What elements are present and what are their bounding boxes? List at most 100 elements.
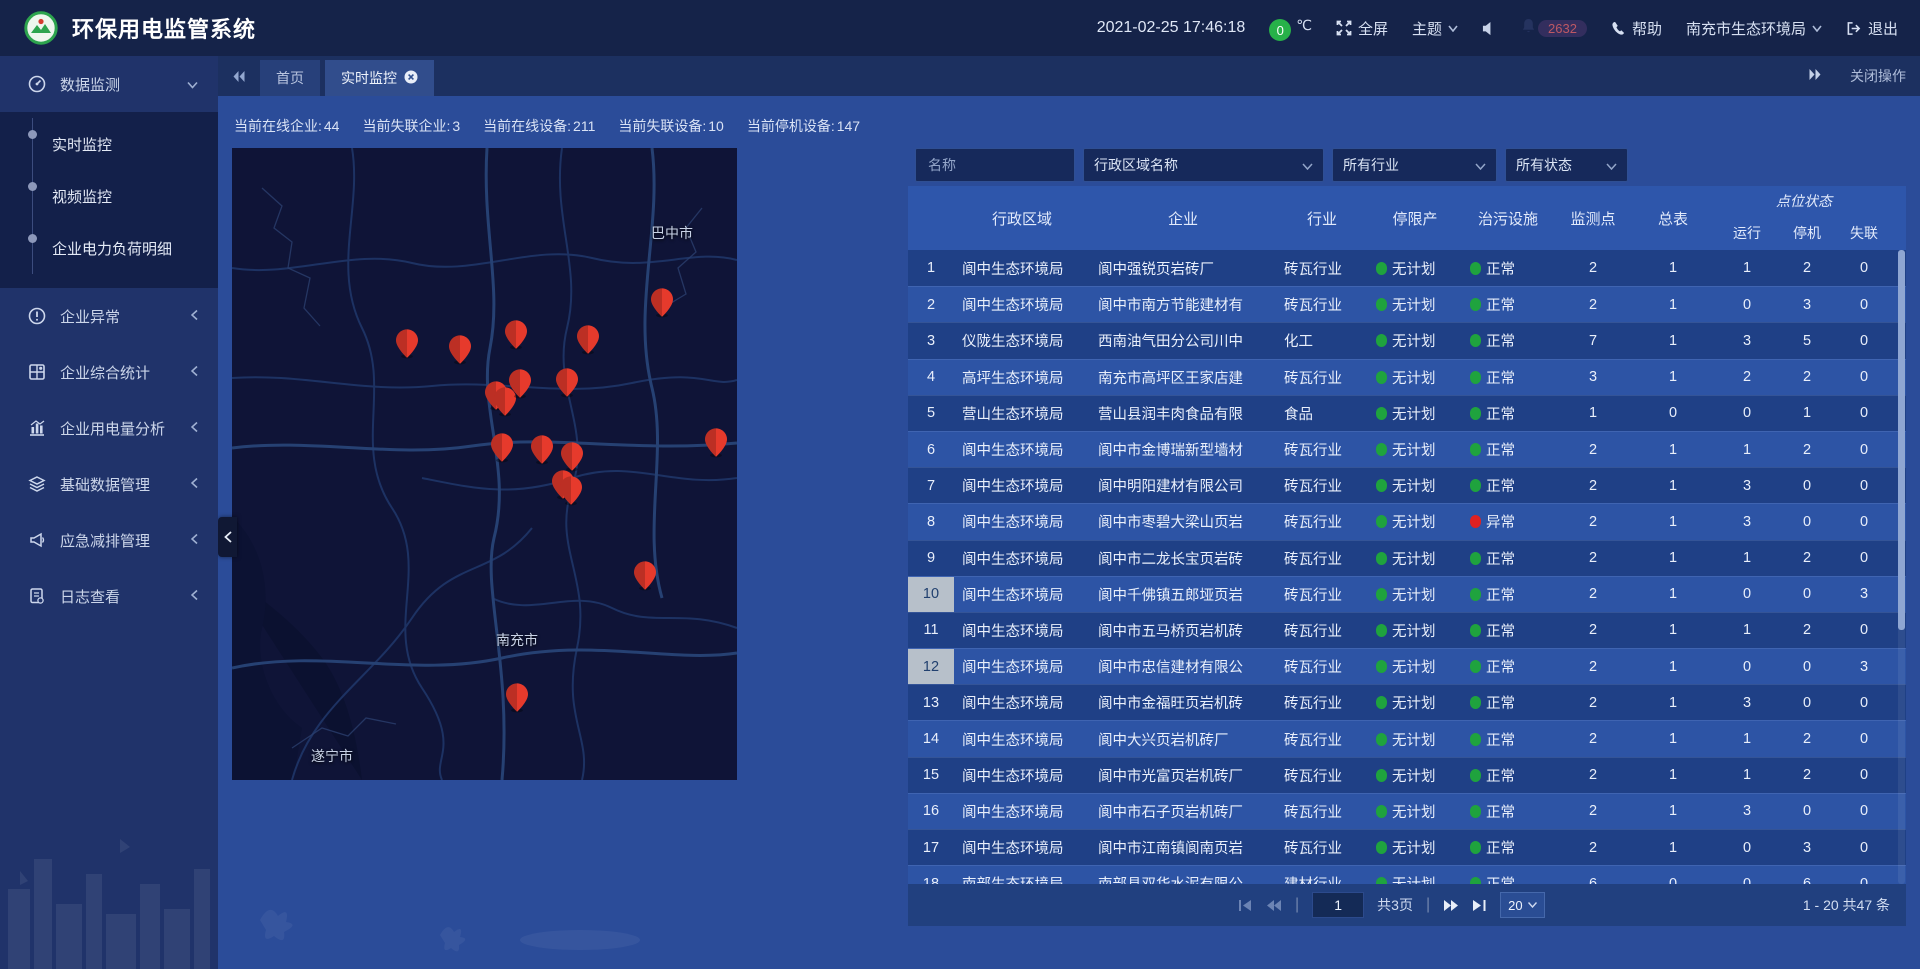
cell-disconnected: 0 bbox=[1834, 504, 1894, 539]
page-number-input[interactable]: 1 bbox=[1312, 892, 1364, 918]
sidebar-item-3[interactable]: 企业综合统计 bbox=[0, 344, 218, 400]
map-pin-icon[interactable] bbox=[491, 433, 513, 463]
cell-stop-plan: 无计划 bbox=[1368, 613, 1462, 648]
cell-facility-status: 正常 bbox=[1462, 468, 1554, 503]
sidebar-item-5[interactable]: 基础数据管理 bbox=[0, 456, 218, 512]
stat-value: 3 bbox=[452, 118, 460, 134]
help-button[interactable]: 帮助 bbox=[1611, 18, 1662, 39]
table-row[interactable]: 8阆中生态环境局阆中市枣碧大梁山页岩砖瓦行业无计划异常21300 bbox=[908, 503, 1906, 539]
table-row[interactable]: 6阆中生态环境局阆中市金博瑞新型墙材砖瓦行业无计划正常21120 bbox=[908, 431, 1906, 467]
table-row[interactable]: 7阆中生态环境局阆中明阳建材有限公司砖瓦行业无计划正常21300 bbox=[908, 467, 1906, 503]
stat-label: 当前失联企业: bbox=[362, 118, 450, 134]
mute-speaker-icon[interactable] bbox=[1482, 21, 1497, 36]
status-dot-green bbox=[1470, 696, 1481, 709]
status-dot-red bbox=[1470, 515, 1481, 528]
map-pin-icon[interactable] bbox=[577, 325, 599, 355]
table-row[interactable]: 3仪陇生态环境局西南油气田分公司川中化工无计划正常71350 bbox=[908, 322, 1906, 358]
tabs-scroll-left-icon[interactable] bbox=[218, 56, 260, 96]
table-row[interactable]: 4高坪生态环境局南充市高坪区王家店建砖瓦行业无计划正常31220 bbox=[908, 359, 1906, 395]
app-logo bbox=[24, 11, 58, 45]
cell-disconnected: 0 bbox=[1834, 613, 1894, 648]
table-row[interactable]: 18南部生态环境局南部县双华水泥有限公建材行业无计划正常60060 bbox=[908, 865, 1906, 884]
name-search-input[interactable] bbox=[926, 156, 1064, 174]
sidebar-item-2[interactable]: 企业异常 bbox=[0, 288, 218, 344]
cell-facility-status: 正常 bbox=[1462, 794, 1554, 829]
table-scrollbar[interactable] bbox=[1898, 250, 1905, 884]
org-menu[interactable]: 南充市生态环境局 bbox=[1686, 18, 1822, 39]
sub-column-header: 失联 bbox=[1834, 216, 1894, 250]
table-row[interactable]: 5营山生态环境局营山县润丰肉食品有限食品无计划正常10010 bbox=[908, 395, 1906, 431]
cell-industry: 砖瓦行业 bbox=[1276, 432, 1368, 467]
page-size-value: 20 bbox=[1508, 898, 1522, 913]
tab-实时监控[interactable]: 实时监控 bbox=[325, 60, 434, 96]
table-row[interactable]: 15阆中生态环境局阆中市光富页岩机砖厂砖瓦行业无计划正常21120 bbox=[908, 757, 1906, 793]
table-row[interactable]: 1阆中生态环境局阆中强锐页岩砖厂砖瓦行业无计划正常21120 bbox=[908, 250, 1906, 286]
map-pin-icon[interactable] bbox=[531, 435, 553, 465]
tab-首页[interactable]: 首页 bbox=[260, 60, 320, 96]
last-page-button[interactable] bbox=[1472, 899, 1487, 912]
table-row[interactable]: 9阆中生态环境局阆中市二龙长宝页岩砖砖瓦行业无计划正常21120 bbox=[908, 540, 1906, 576]
sidebar-item-1[interactable]: 数据监测 bbox=[0, 56, 218, 112]
close-icon[interactable] bbox=[404, 70, 418, 87]
first-page-button[interactable] bbox=[1238, 899, 1253, 912]
sidebar-item-7[interactable]: 日志查看 bbox=[0, 568, 218, 624]
status-dot-green bbox=[1376, 624, 1387, 637]
table-row[interactable]: 10阆中生态环境局阆中千佛镇五郎垭页岩砖瓦行业无计划正常21003 bbox=[908, 576, 1906, 612]
status-dot-green bbox=[1376, 371, 1387, 384]
map-pin-icon[interactable] bbox=[449, 335, 471, 365]
theme-menu[interactable]: 主题 bbox=[1412, 18, 1458, 39]
cell-industry: 建材行业 bbox=[1276, 866, 1368, 884]
sidebar-item-label: 企业用电量分析 bbox=[60, 418, 165, 439]
table-row[interactable]: 16阆中生态环境局阆中市石子页岩机砖厂砖瓦行业无计划正常21300 bbox=[908, 793, 1906, 829]
cell-company: 阆中市石子页岩机砖厂 bbox=[1090, 794, 1276, 829]
cell-facility-status: 正常 bbox=[1462, 541, 1554, 576]
logout-button[interactable]: 退出 bbox=[1846, 18, 1898, 39]
chevron-down-icon bbox=[1606, 157, 1617, 173]
map-panel[interactable]: 巴中市南充市遂宁市 bbox=[232, 148, 737, 780]
table-row[interactable]: 13阆中生态环境局阆中市金福旺页岩机砖砖瓦行业无计划正常21300 bbox=[908, 684, 1906, 720]
table-row[interactable]: 11阆中生态环境局阆中市五马桥页岩机砖砖瓦行业无计划正常21120 bbox=[908, 612, 1906, 648]
sidebar-item-4[interactable]: 企业用电量分析 bbox=[0, 400, 218, 456]
cell-disconnected: 0 bbox=[1834, 432, 1894, 467]
close-operations-button[interactable]: 关闭操作 bbox=[1850, 66, 1906, 86]
cell-stopped: 5 bbox=[1780, 323, 1834, 358]
next-page-button[interactable] bbox=[1443, 899, 1459, 912]
industry-select[interactable]: 所有行业 bbox=[1332, 148, 1497, 182]
status-select[interactable]: 所有状态 bbox=[1505, 148, 1628, 182]
notifications-button[interactable]: 2632 bbox=[1521, 18, 1587, 38]
map-pin-icon[interactable] bbox=[560, 476, 582, 506]
cell-industry: 砖瓦行业 bbox=[1276, 721, 1368, 756]
table-row[interactable]: 17阆中生态环境局阆中市江南镇阆南页岩砖瓦行业无计划正常21030 bbox=[908, 829, 1906, 865]
map-pin-icon[interactable] bbox=[705, 428, 727, 458]
map-collapse-handle[interactable] bbox=[218, 517, 237, 557]
map-pin-icon[interactable] bbox=[651, 288, 673, 318]
table-row[interactable]: 12阆中生态环境局阆中市忠信建材有限公砖瓦行业无计划正常21003 bbox=[908, 648, 1906, 684]
table-row[interactable]: 2阆中生态环境局阆中市南方节能建材有砖瓦行业无计划正常21030 bbox=[908, 286, 1906, 322]
name-search-field[interactable] bbox=[915, 148, 1075, 182]
page-size-select[interactable]: 20 bbox=[1500, 892, 1544, 918]
map-pin-icon[interactable] bbox=[634, 561, 656, 591]
fullscreen-button[interactable]: 全屏 bbox=[1336, 18, 1388, 39]
tabs-scroll-right-icon[interactable] bbox=[1808, 68, 1822, 84]
map-pin-icon[interactable] bbox=[396, 329, 418, 359]
prev-page-button[interactable] bbox=[1266, 899, 1282, 912]
region-select[interactable]: 行政区域名称 bbox=[1083, 148, 1324, 182]
map-pin-icon[interactable] bbox=[561, 442, 583, 472]
cell-monitor-points: 2 bbox=[1554, 758, 1632, 793]
map-pin-icon[interactable] bbox=[556, 368, 578, 398]
cell-region: 阆中生态环境局 bbox=[954, 287, 1090, 322]
chevron-left-icon bbox=[191, 532, 198, 549]
sidebar-subitem[interactable]: 企业电力负荷明细 bbox=[0, 222, 218, 274]
table-row[interactable]: 14阆中生态环境局阆中大兴页岩机砖厂砖瓦行业无计划正常21120 bbox=[908, 720, 1906, 756]
sidebar-subitem[interactable]: 视频监控 bbox=[0, 170, 218, 222]
map-pin-icon[interactable] bbox=[509, 369, 531, 399]
map-pin-icon[interactable] bbox=[505, 320, 527, 350]
sidebar-subitem[interactable]: 实时监控 bbox=[0, 118, 218, 170]
page-title: 环保用电监管系统 bbox=[72, 12, 256, 44]
cell-region: 营山生态环境局 bbox=[954, 396, 1090, 431]
cell-facility-status: 正常 bbox=[1462, 432, 1554, 467]
table-scrollbar-thumb[interactable] bbox=[1898, 250, 1905, 630]
cell-stop-plan: 无计划 bbox=[1368, 432, 1462, 467]
map-pin-icon[interactable] bbox=[506, 683, 528, 713]
sidebar-item-6[interactable]: 应急减排管理 bbox=[0, 512, 218, 568]
